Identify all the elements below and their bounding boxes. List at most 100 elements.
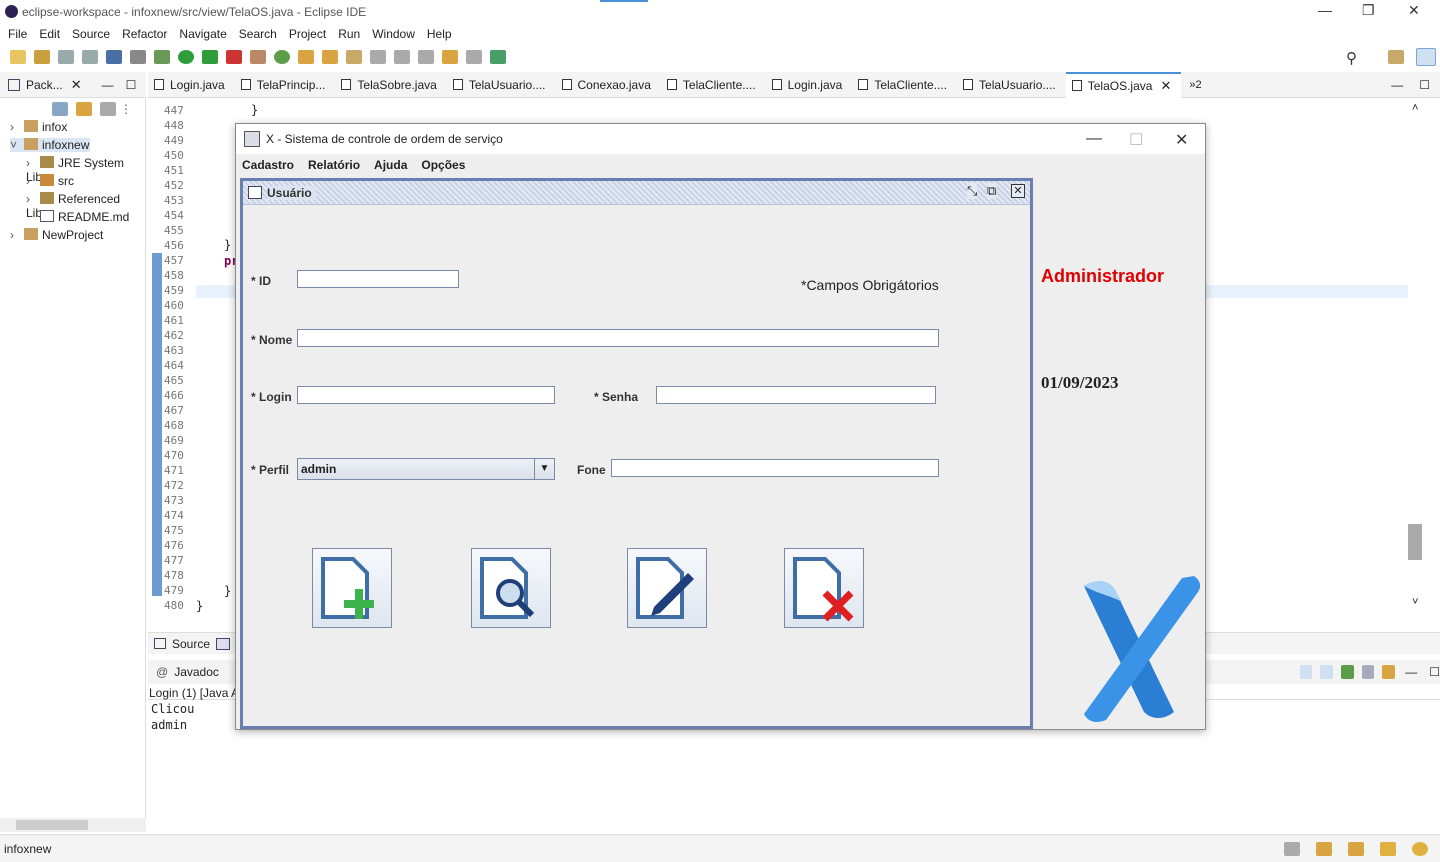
tip-icon[interactable]: [1412, 841, 1428, 856]
external-tools-icon[interactable]: [226, 50, 242, 64]
prev-annotation-icon[interactable]: [394, 50, 410, 64]
app-maximize-icon[interactable]: ☐: [1129, 130, 1143, 150]
tab-telaprincipal[interactable]: TelaPrincip...: [235, 72, 336, 98]
minimize-console-icon[interactable]: —: [1405, 665, 1417, 679]
close-view-icon[interactable]: ✕: [71, 77, 82, 93]
java-perspective-icon[interactable]: [1416, 48, 1436, 66]
new-icon[interactable]: [10, 50, 26, 64]
forward-icon[interactable]: [466, 50, 482, 64]
menu-edit[interactable]: Edit: [39, 27, 60, 41]
close-icon[interactable]: ✕: [1408, 2, 1420, 19]
menu-source[interactable]: Source: [72, 27, 110, 41]
menu-navigate[interactable]: Navigate: [179, 27, 226, 41]
source-tab[interactable]: Source: [172, 637, 210, 651]
save-all-icon[interactable]: [82, 50, 98, 64]
open-console-icon[interactable]: [1341, 665, 1354, 679]
open-perspective-icon[interactable]: [1388, 50, 1404, 64]
minimize-editor-icon[interactable]: —: [1391, 78, 1403, 92]
design-tab-icon[interactable]: [216, 637, 231, 650]
menu-search[interactable]: Search: [239, 27, 277, 41]
coverage-icon[interactable]: [202, 50, 218, 64]
app-menu-ajuda[interactable]: Ajuda: [374, 158, 407, 172]
close-tab-icon[interactable]: ✕: [1160, 78, 1171, 94]
minimize-view-icon[interactable]: —: [102, 78, 114, 92]
package-explorer-tab[interactable]: Pack...: [26, 78, 63, 92]
frame-iconify-icon[interactable]: ⤡: [967, 183, 978, 199]
menu-run[interactable]: Run: [338, 27, 360, 41]
new-class-icon[interactable]: [274, 50, 290, 64]
back-icon[interactable]: [442, 50, 458, 64]
new-console-icon[interactable]: [1382, 665, 1396, 679]
debug-icon[interactable]: [154, 50, 170, 64]
perfil-select[interactable]: admin ▼: [297, 458, 555, 480]
save-icon[interactable]: [58, 50, 74, 64]
pin-console-icon[interactable]: [1299, 665, 1313, 679]
open-icon[interactable]: [34, 50, 50, 64]
login-field[interactable]: [297, 386, 555, 404]
tab-telausuario[interactable]: TelaUsuario....: [447, 72, 556, 98]
maximize-view-icon[interactable]: ☐: [126, 78, 137, 92]
tree-item-infoxnew[interactable]: ˅ infoxnew: [10, 138, 90, 152]
tree-item-infox[interactable]: › infox: [10, 120, 67, 134]
pin-editor-icon[interactable]: [490, 50, 506, 64]
delete-user-button[interactable]: [784, 548, 864, 628]
status-tool-icon[interactable]: [1316, 841, 1332, 856]
search-icon[interactable]: ⚲: [1346, 49, 1357, 67]
run-icon[interactable]: [178, 50, 194, 64]
app-menu-relatorio[interactable]: Relatório: [308, 158, 360, 172]
app-menu-opcoes[interactable]: Opções: [421, 158, 465, 172]
tree-item-newproject[interactable]: › NewProject: [10, 228, 103, 242]
menu-window[interactable]: Window: [372, 27, 415, 41]
console-tool-icon[interactable]: [1279, 665, 1292, 679]
edit-user-button[interactable]: [627, 548, 707, 628]
open-task-icon[interactable]: [322, 50, 338, 64]
app-close-icon[interactable]: ✕: [1175, 130, 1188, 150]
skip-breakpoints-icon[interactable]: [130, 50, 146, 64]
frame-maximize-icon[interactable]: ⧉: [987, 183, 997, 199]
maximize-console-icon[interactable]: ☐: [1429, 665, 1440, 679]
search-tool-icon[interactable]: [346, 50, 362, 64]
app-minimize-icon[interactable]: —: [1086, 130, 1102, 148]
editor-vscroll[interactable]: ˄ ˅: [1408, 100, 1430, 610]
tree-item-readme[interactable]: README.md: [26, 210, 129, 224]
menu-help[interactable]: Help: [427, 27, 452, 41]
display-console-icon[interactable]: [1320, 665, 1334, 679]
status-tool-icon[interactable]: [1284, 841, 1300, 856]
tab-telasobre[interactable]: TelaSobre.java: [335, 72, 446, 98]
filter-icon[interactable]: [100, 102, 116, 116]
last-edit-icon[interactable]: [418, 50, 434, 64]
tree-item-src[interactable]: › src: [26, 174, 74, 188]
status-tool-icon[interactable]: [1380, 841, 1396, 856]
senha-field[interactable]: [656, 386, 936, 404]
scroll-up-icon[interactable]: ˄: [1412, 102, 1418, 114]
add-user-button[interactable]: [312, 548, 392, 628]
console-menu-icon[interactable]: [1361, 665, 1375, 679]
collapse-all-icon[interactable]: [52, 102, 68, 116]
restore-icon[interactable]: ❐: [1362, 2, 1375, 19]
menu-project[interactable]: Project: [289, 27, 326, 41]
scroll-down-icon[interactable]: ˅: [1412, 596, 1418, 608]
chevron-down-icon[interactable]: ▼: [534, 459, 554, 479]
minimize-icon[interactable]: —: [1318, 2, 1332, 18]
frame-close-icon[interactable]: ✕: [1011, 184, 1025, 198]
tabs-overflow[interactable]: »2: [1189, 79, 1201, 91]
tab-telacliente-2[interactable]: TelaCliente....: [852, 72, 957, 98]
status-tool-icon[interactable]: [1348, 841, 1364, 856]
tab-login-2[interactable]: Login.java: [766, 72, 853, 98]
tab-telaos[interactable]: TelaOS.java ✕: [1065, 71, 1182, 98]
next-annotation-icon[interactable]: [370, 50, 386, 64]
search-user-button[interactable]: [471, 548, 551, 628]
tab-telausuario-2[interactable]: TelaUsuario....: [957, 72, 1066, 98]
link-editor-icon[interactable]: [76, 102, 92, 116]
menu-file[interactable]: File: [8, 27, 27, 41]
maximize-editor-icon[interactable]: ☐: [1419, 78, 1430, 92]
tab-login[interactable]: Login.java: [148, 72, 235, 98]
package-explorer-hscroll[interactable]: [0, 818, 146, 832]
id-field[interactable]: [297, 270, 459, 288]
app-menu-cadastro[interactable]: Cadastro: [242, 158, 294, 172]
terminal-icon[interactable]: [106, 50, 122, 64]
tab-conexao[interactable]: Conexao.java: [556, 72, 661, 98]
open-type-icon[interactable]: [298, 50, 314, 64]
fone-field[interactable]: [611, 459, 939, 477]
scroll-thumb[interactable]: [1408, 524, 1422, 560]
